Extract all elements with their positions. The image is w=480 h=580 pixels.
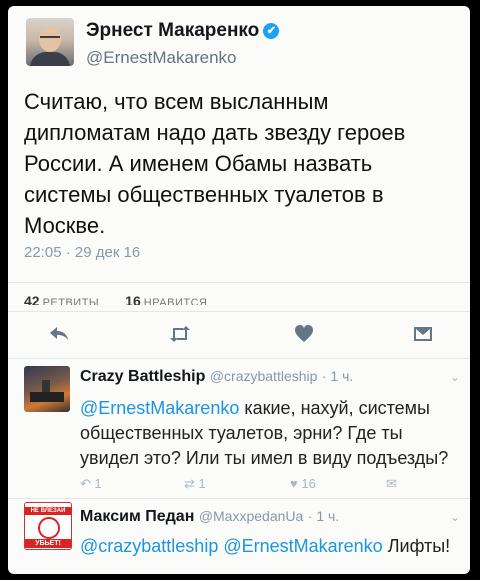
like-count: 16 [301,476,316,491]
heart-icon[interactable] [293,324,315,350]
divider [8,282,470,283]
author-avatar[interactable] [26,18,74,66]
chevron-down-icon[interactable]: ⌄ [450,510,460,524]
likes-label[interactable]: НРАВИТСЯ [144,297,208,305]
reply-avatar[interactable] [24,366,70,412]
avatar-sign-top: НЕ ВЛЕЗАЙ [25,507,71,515]
reply-header: Максим Педан @MaxxpedanUa · 1 ч. [80,508,339,526]
retweets-label[interactable]: РЕТВИТЫ [43,297,100,305]
reply-author-handle[interactable]: @crazybattleship [210,368,318,384]
retweet-count: 1 [198,476,206,491]
tweet-actions [8,324,470,358]
avatar-suit [30,52,70,66]
reply-time[interactable]: · 1 ч. [322,368,353,384]
reply-count: 1 [94,476,102,491]
reply-time[interactable]: · 1 ч. [308,508,339,524]
avatar-glasses [40,36,60,42]
reply-icon: ↶ [80,476,91,491]
mention-link[interactable]: @crazybattleship [80,536,218,556]
reply-tweet: НЕ ВЛЕЗАЙ УБЬЕТ! Максим Педан @Maxxpedan… [8,498,470,574]
envelope-icon[interactable] [412,324,434,350]
reply-dm-button[interactable]: ✉ [386,476,397,492]
avatar-sign-circle [38,517,60,539]
envelope-icon: ✉ [386,476,397,491]
divider [8,311,470,312]
reply-author-name[interactable]: Crazy Battleship [80,368,205,385]
reply-author-handle[interactable]: @MaxxpedanUa [199,508,304,524]
mention-link[interactable]: @ErnestMakarenko [80,398,239,418]
reply-avatar[interactable]: НЕ ВЛЕЗАЙ УБЬЕТ! [24,502,72,550]
heart-icon: ♥ [290,476,298,491]
retweet-icon: ⇄ [184,476,195,491]
tweet-stats: 42 РЕТВИТЫ 16 НРАВИТСЯ [24,293,233,305]
tweet-text: Считаю, что всем высланным дипломатам на… [24,89,406,238]
reply-body: Лифты! [382,536,451,556]
reply-reply-button[interactable]: ↶ 1 [80,476,102,492]
reply-icon[interactable] [48,324,70,350]
screenshot-paper: Эрнест Макаренко ✔ @ErnestMakarenko Счита… [8,6,470,574]
avatar-sign-bottom: УБЬЕТ! [25,539,71,548]
author-name[interactable]: Эрнест Макаренко [86,20,259,41]
retweets-count[interactable]: 42 [24,293,40,305]
reply-like-button[interactable]: ♥ 16 [290,476,316,491]
reply-tweet: Crazy Battleship @crazybattleship · 1 ч.… [8,358,470,498]
author-handle[interactable]: @ErnestMakarenko [86,48,237,68]
reply-text: @ErnestMakarenko какие, нахуй, системы о… [80,396,458,471]
chevron-down-icon[interactable]: ⌄ [450,370,460,384]
reply-text: @crazybattleship @ErnestMakarenko Лифты! [80,534,458,559]
mention-link[interactable]: @ErnestMakarenko [223,536,382,556]
verified-badge-icon: ✔ [263,23,280,39]
retweet-icon[interactable] [168,324,192,350]
ship-hull [30,392,64,402]
author-name-row[interactable]: Эрнест Макаренко ✔ [86,20,280,42]
likes-count[interactable]: 16 [125,293,141,305]
reply-retweet-button[interactable]: ⇄ 1 [184,476,206,492]
reply-author-name[interactable]: Максим Педан [80,508,194,525]
reply-header: Crazy Battleship @crazybattleship · 1 ч. [80,368,353,386]
tweet-timestamp[interactable]: 22:05 · 29 дек 16 [24,244,140,261]
